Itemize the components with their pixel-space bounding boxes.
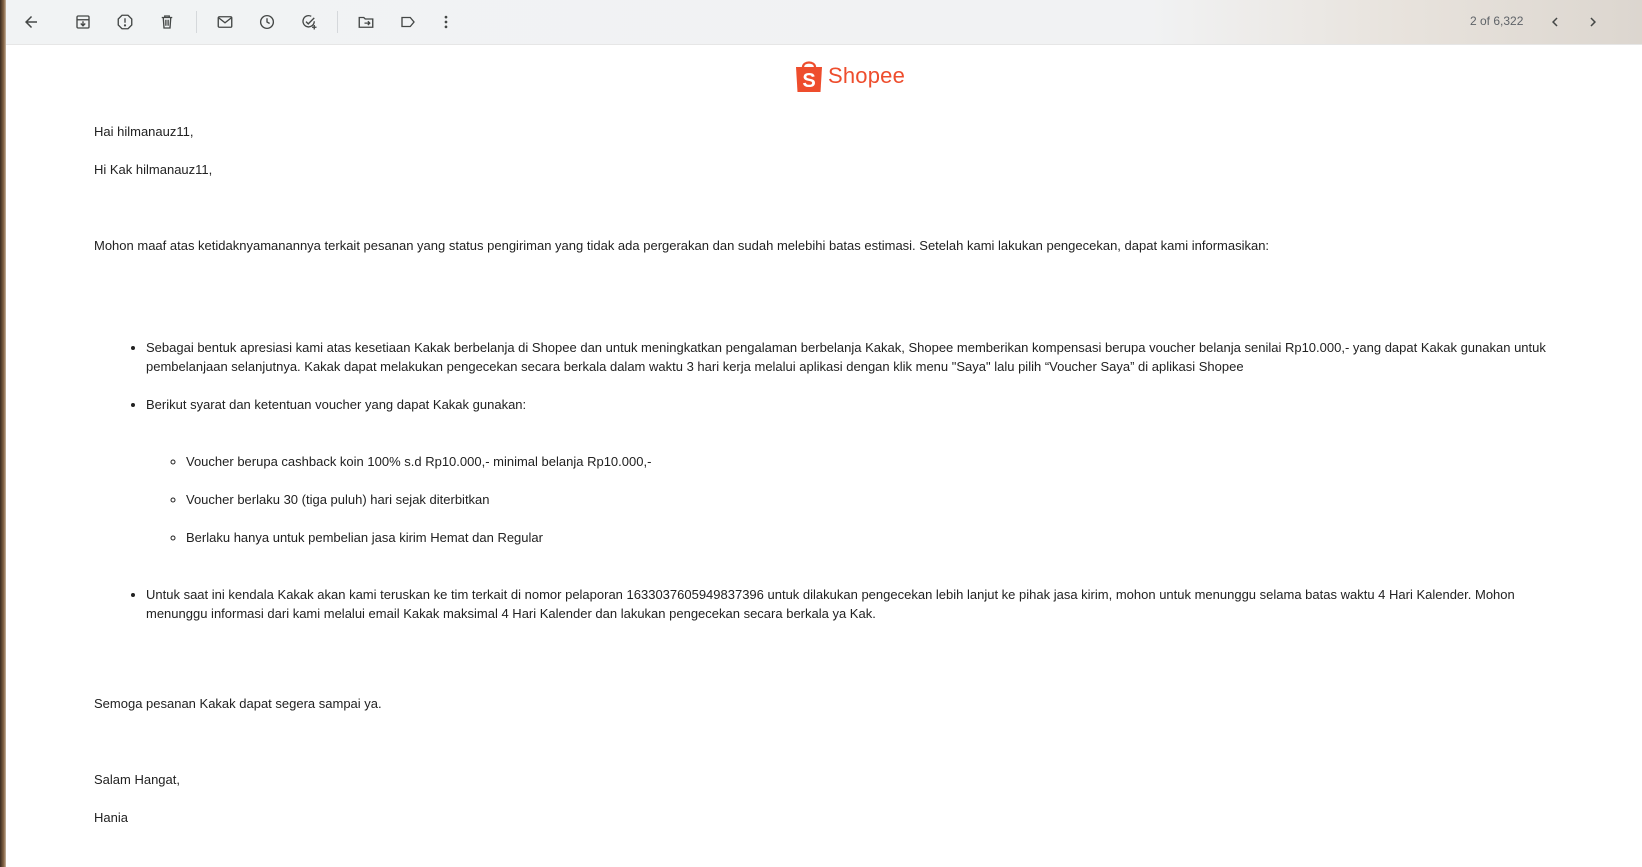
shopee-bag-icon: S xyxy=(796,61,822,92)
greeting-line-2: Hi Kak hilmanauz11, xyxy=(94,162,213,177)
email-body: S Shopee Hai hilmanauz11, Hi Kak hilmana… xyxy=(6,44,1642,867)
info-list: Sebagai bentuk apresiasi kami atas keset… xyxy=(94,338,1576,623)
brand-name: Shopee xyxy=(828,63,906,88)
salutation: Salam Hangat, xyxy=(94,772,180,787)
voucher-terms-list: Voucher berupa cashback koin 100% s.d Rp… xyxy=(146,452,1576,547)
email-window: 2 of 6,322 S Shopee Hai hilmanauz11, Hi … xyxy=(6,0,1642,867)
closing-line: Semoga pesanan Kakak dapat segera sampai… xyxy=(94,696,382,711)
list-item: Untuk saat ini kendala Kakak akan kami t… xyxy=(146,585,1576,623)
page-count: 2 of 6,322 xyxy=(1470,14,1524,28)
add-task-icon[interactable] xyxy=(295,8,323,36)
greeting-line-1: Hai hilmanauz11, xyxy=(94,124,194,139)
back-arrow-icon[interactable] xyxy=(17,8,45,36)
svg-text:S: S xyxy=(802,70,815,92)
signature: Hania xyxy=(94,810,128,825)
label-icon[interactable] xyxy=(394,8,422,36)
toolbar-separator xyxy=(337,11,338,33)
toolbar-separator xyxy=(196,11,197,33)
sub-list-item: Voucher berlaku 30 (tiga puluh) hari sej… xyxy=(186,490,1576,509)
delete-icon[interactable] xyxy=(153,8,181,36)
sub-list-item: Berlaku hanya untuk pembelian jasa kirim… xyxy=(186,528,1576,547)
list-item: Berikut syarat dan ketentuan voucher yan… xyxy=(146,395,1576,547)
older-icon[interactable] xyxy=(1579,8,1607,36)
email-toolbar: 2 of 6,322 xyxy=(6,0,1642,45)
snooze-icon[interactable] xyxy=(253,8,281,36)
intro-paragraph: Mohon maaf atas ketidaknyamanannya terka… xyxy=(94,238,1270,253)
list-item: Sebagai bentuk apresiasi kami atas keset… xyxy=(146,338,1576,376)
shopee-logo: S Shopee xyxy=(794,58,905,94)
sub-list-item: Voucher berupa cashback koin 100% s.d Rp… xyxy=(186,452,1576,471)
move-to-icon[interactable] xyxy=(352,8,380,36)
newer-icon[interactable] xyxy=(1541,8,1569,36)
archive-icon[interactable] xyxy=(69,8,97,36)
mark-unread-icon[interactable] xyxy=(211,8,239,36)
more-icon[interactable] xyxy=(432,8,460,36)
report-spam-icon[interactable] xyxy=(111,8,139,36)
